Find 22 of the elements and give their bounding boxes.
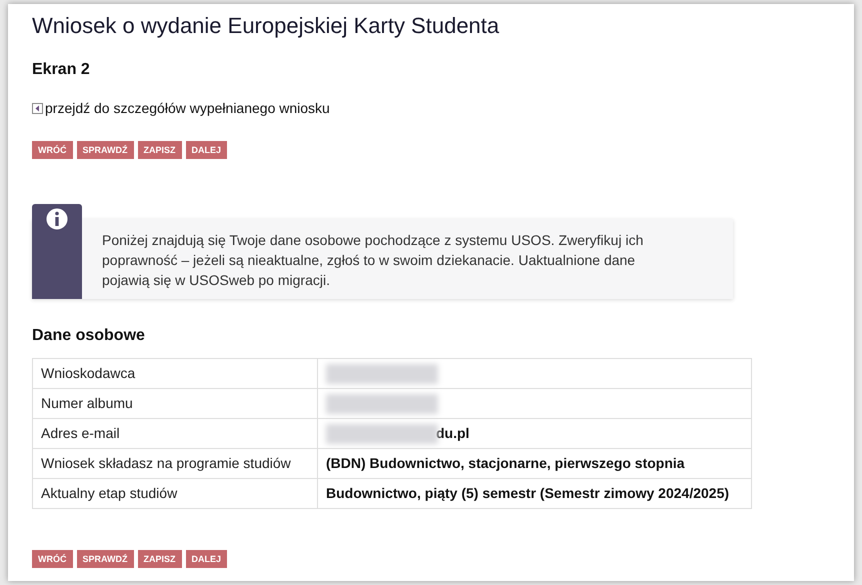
info-text: Poniżej znajdują się Twoje dane osobowe pochodzące z systemu USOS. Zweryfikuj ich poprawność – jeżeli są nieaktualne, zgłoś to w swoim dziekanacie. Uaktualnione dane pojawią się w USOSweb po migracji. bbox=[102, 231, 644, 290]
details-link[interactable]: przejdź do szczegółów wypełnianego wniosku bbox=[45, 98, 330, 119]
action-button[interactable]: SPRAWDŹ bbox=[76, 550, 134, 568]
field-label: Adres e-mail bbox=[32, 418, 318, 448]
field-value: Budownictwo, piąty (5) semestr (Semestr zimowy 2024/2025) bbox=[326, 484, 730, 503]
action-button[interactable]: WRÓĆ bbox=[32, 141, 72, 159]
page-title: Wniosek o wydanie Europejskiej Karty Studenta bbox=[32, 12, 500, 40]
field-label: Numer albumu bbox=[32, 388, 318, 418]
field-label: Wniosek składasz na programie studiów bbox=[32, 448, 318, 478]
action-button[interactable]: SPRAWDŹ bbox=[76, 141, 134, 159]
field-label: Wnioskodawca bbox=[32, 358, 318, 388]
section-heading: Dane osobowe bbox=[32, 326, 145, 346]
screen-heading: Ekran 2 bbox=[32, 60, 90, 80]
action-button[interactable]: ZAPISZ bbox=[138, 141, 182, 159]
action-button[interactable]: DALEJ bbox=[186, 550, 228, 568]
action-button[interactable]: ZAPISZ bbox=[138, 550, 182, 568]
action-button[interactable]: WRÓĆ bbox=[32, 550, 72, 568]
field-value: (BDN) Budownictwo, stacjonarne, pierwszego stopnia bbox=[326, 454, 685, 473]
action-button[interactable]: DALEJ bbox=[186, 141, 228, 159]
field-label: Aktualny etap studiów bbox=[32, 478, 318, 508]
field-value: du.pl bbox=[436, 424, 470, 443]
expand-icon[interactable] bbox=[32, 103, 43, 114]
